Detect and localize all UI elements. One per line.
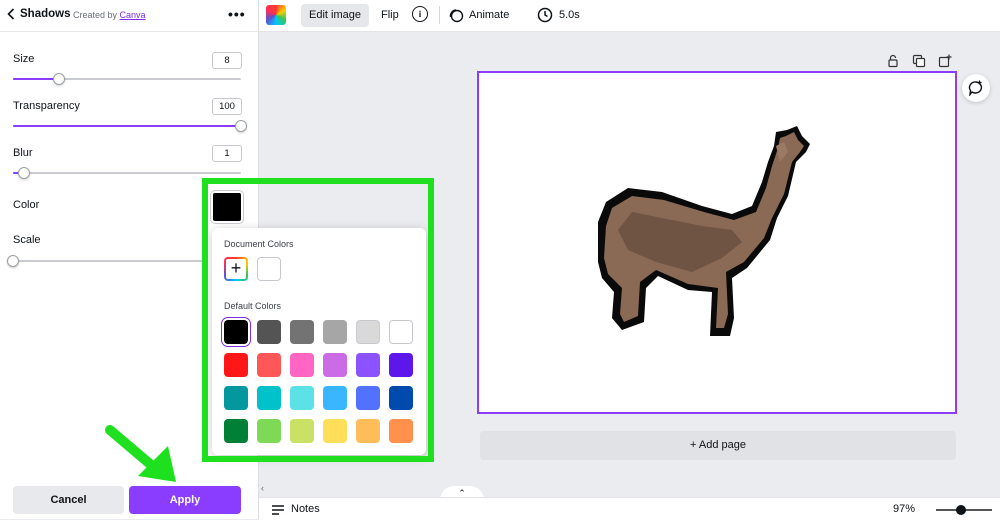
add-page-button[interactable]: + Add page (480, 431, 956, 460)
scale-slider-thumb[interactable] (7, 255, 19, 267)
notes-icon[interactable] (271, 504, 285, 516)
color-palette-icon[interactable] (266, 5, 286, 25)
panel-credit: Created by Canva (73, 10, 146, 20)
llama-image[interactable] (592, 122, 817, 344)
blur-slider[interactable] (13, 167, 241, 179)
transparency-slider[interactable] (13, 120, 247, 132)
zoom-slider-thumb[interactable] (956, 505, 966, 515)
scale-label: Scale (13, 234, 41, 246)
blur-label: Blur (13, 147, 33, 159)
color-label: Color (13, 199, 40, 211)
transparency-slider-thumb[interactable] (235, 120, 247, 132)
size-label: Size (13, 53, 35, 65)
add-page-icon[interactable] (938, 54, 952, 68)
flip-button[interactable]: Flip (373, 4, 407, 27)
credit-prefix: Created by (73, 10, 118, 20)
notes-button[interactable]: Notes (291, 503, 320, 515)
comment-button[interactable] (962, 74, 990, 102)
info-icon[interactable]: i (412, 6, 428, 22)
apply-button[interactable]: Apply (129, 486, 241, 514)
panel-title: Shadows (20, 8, 71, 20)
chevron-left-icon[interactable] (7, 8, 15, 20)
duplicate-page-icon[interactable] (912, 54, 926, 68)
transparency-label: Transparency (13, 100, 80, 112)
zoom-level[interactable]: 97% (893, 503, 915, 515)
lock-icon[interactable] (886, 54, 900, 68)
comment-icon (968, 80, 983, 96)
scale-slider[interactable] (7, 255, 203, 267)
transparency-slider-fill (13, 125, 241, 127)
size-input[interactable]: 8 (212, 52, 242, 69)
panel-header: Shadows Created by Canva ••• (0, 0, 258, 32)
size-slider-fill (13, 78, 59, 80)
highlight-box (202, 178, 434, 462)
cancel-button[interactable]: Cancel (13, 486, 124, 514)
animate-button[interactable]: Animate (461, 4, 517, 27)
top-toolbar: Edit image Flip i Animate 5.0s (259, 0, 1000, 32)
chevron-left-small-icon[interactable]: ‹ (261, 483, 264, 493)
credit-link[interactable]: Canva (120, 10, 146, 20)
size-slider-thumb[interactable] (52, 73, 65, 85)
green-arrow-annotation (105, 425, 176, 482)
size-slider[interactable] (13, 73, 241, 85)
more-options-icon[interactable]: ••• (228, 6, 248, 22)
blur-slider-thumb[interactable] (18, 167, 31, 179)
edit-image-button[interactable]: Edit image (301, 4, 369, 27)
transparency-input[interactable]: 100 (212, 98, 242, 115)
toolbar-divider (439, 6, 440, 24)
duration-button[interactable]: 5.0s (551, 4, 588, 27)
bottom-bar: Notes 97% (259, 497, 1000, 520)
blur-input[interactable]: 1 (212, 145, 242, 162)
